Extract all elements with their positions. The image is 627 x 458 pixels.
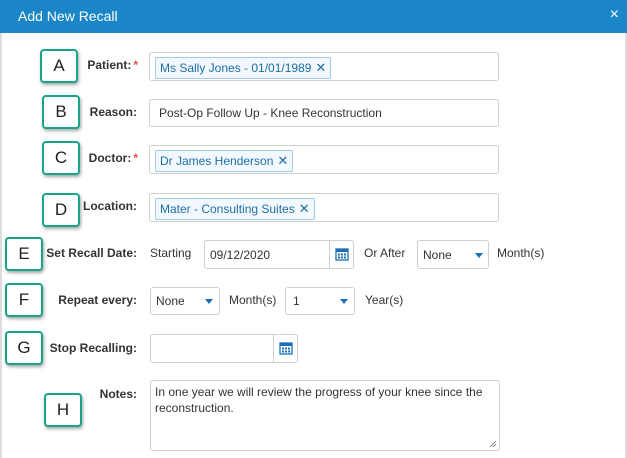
repeat-months-label: Month(s) — [229, 293, 277, 307]
repeat-months-value: None — [156, 294, 185, 308]
doctor-field[interactable]: Dr James Henderson ✕ — [149, 145, 499, 174]
badge-a: A — [40, 49, 78, 83]
starting-date-value: 09/12/2020 — [210, 248, 271, 262]
badge-b: B — [42, 95, 80, 129]
starting-date-input[interactable]: 09/12/2020 — [204, 240, 354, 269]
close-icon[interactable]: × — [610, 6, 619, 24]
remove-location-icon[interactable]: ✕ — [299, 201, 310, 216]
stop-date-input[interactable] — [150, 334, 298, 363]
notes-textarea[interactable]: In one year we will review the progress … — [150, 380, 500, 451]
patient-tag-text: Ms Sally Jones - 01/01/1989 — [160, 61, 312, 75]
patient-field[interactable]: Ms Sally Jones - 01/01/1989 ✕ — [149, 52, 499, 81]
remove-patient-icon[interactable]: ✕ — [315, 60, 326, 75]
doctor-tag: Dr James Henderson ✕ — [155, 150, 294, 172]
badge-g: G — [5, 331, 43, 365]
badge-c: C — [42, 141, 80, 175]
or-after-label: Or After — [364, 246, 406, 260]
notes-label: Notes: — [99, 387, 137, 401]
starting-label: Starting — [150, 246, 192, 260]
or-after-value: None — [423, 248, 452, 262]
reason-label: Reason: — [89, 105, 137, 119]
or-after-select[interactable]: None — [417, 240, 489, 269]
badge-e: E — [5, 237, 43, 271]
remove-doctor-icon[interactable]: ✕ — [277, 153, 288, 168]
repeat-years-value: 1 — [293, 294, 300, 308]
reason-input-value: Post-Op Follow Up - Knee Reconstruction — [159, 106, 382, 120]
repeat-label: Repeat every: — [58, 293, 137, 307]
repeat-years-select[interactable]: 1 — [285, 287, 355, 315]
doctor-label-text: Doctor: — [88, 151, 132, 165]
patient-label-text: Patient: — [87, 58, 132, 72]
badge-f: F — [5, 283, 43, 317]
recall-unit-label: Month(s) — [497, 246, 545, 260]
location-label: Location: — [83, 199, 137, 213]
chevron-down-icon — [205, 299, 213, 304]
notes-text: In one year we will review the progress … — [155, 385, 483, 415]
patient-label: Patient: * — [80, 58, 138, 72]
stop-label: Stop Recalling: — [49, 341, 137, 355]
repeat-years-label: Year(s) — [365, 293, 404, 307]
required-mark: * — [133, 151, 138, 165]
dialog-left-border — [0, 33, 2, 458]
chevron-down-icon — [475, 253, 483, 258]
repeat-months-select[interactable]: None — [150, 287, 220, 315]
required-mark: * — [133, 58, 138, 72]
calendar-icon[interactable] — [329, 241, 353, 268]
chevron-down-icon — [340, 299, 348, 304]
doctor-label: Doctor: * — [80, 151, 138, 165]
dialog-title: Add New Recall — [18, 8, 118, 24]
doctor-tag-text: Dr James Henderson — [160, 154, 274, 168]
reason-input[interactable]: Post-Op Follow Up - Knee Reconstruction — [149, 99, 499, 127]
patient-tag: Ms Sally Jones - 01/01/1989 ✕ — [155, 57, 332, 79]
recall-date-label: Set Recall Date: — [46, 246, 137, 260]
calendar-icon[interactable] — [273, 335, 297, 362]
location-tag-text: Mater - Consulting Suites — [160, 202, 295, 216]
resize-handle-icon[interactable] — [489, 440, 497, 448]
badge-h: H — [44, 393, 82, 427]
dialog-titlebar: Add New Recall × — [0, 0, 627, 33]
location-tag: Mater - Consulting Suites ✕ — [155, 198, 315, 220]
location-field[interactable]: Mater - Consulting Suites ✕ — [149, 193, 499, 222]
